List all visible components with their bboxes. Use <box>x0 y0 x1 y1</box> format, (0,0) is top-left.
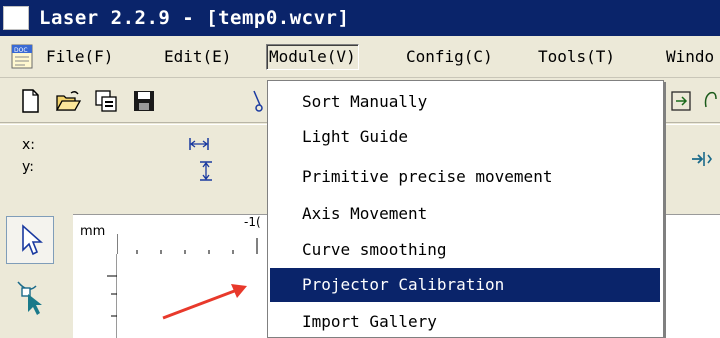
menu-config[interactable]: Config(C) <box>404 44 495 70</box>
select-arrow-icon <box>22 224 43 256</box>
vertical-ruler <box>73 254 117 338</box>
move-icon[interactable] <box>690 148 714 170</box>
new-file-icon[interactable] <box>16 87 44 115</box>
menu-item-projector-calibration[interactable]: Projector Calibration <box>270 268 660 302</box>
node-edit-icon <box>17 281 42 315</box>
document-icon[interactable]: DOC <box>10 44 36 70</box>
y-label: y: <box>22 159 34 175</box>
menu-item-axis-movement[interactable]: Axis Movement <box>270 197 660 231</box>
menu-window[interactable]: Windo <box>664 44 716 70</box>
window-title: Laser 2.2.9 - [temp0.wcvr] <box>39 7 350 29</box>
annotation-arrow <box>162 284 247 320</box>
x-label: x: <box>22 137 36 153</box>
menu-item-import-gallery[interactable]: Import Gallery <box>270 305 660 337</box>
app-icon <box>3 6 29 30</box>
menu-item-primitive-precise-movement[interactable]: Primitive precise movement <box>270 160 660 194</box>
copy-icon[interactable] <box>92 87 120 115</box>
module-dropdown-menu: Sort Manually Light Guide Primitive prec… <box>267 80 664 338</box>
menu-module[interactable]: Module(V) <box>266 44 359 70</box>
menu-tools[interactable]: Tools(T) <box>536 44 617 70</box>
ruler-ticks <box>117 234 258 254</box>
cut-icon[interactable] <box>250 87 266 115</box>
ruler-unit: mm <box>80 224 106 239</box>
menu-bar: DOC File(F) Edit(E) Module(V) Config(C) … <box>0 36 720 78</box>
menu-item-curve-smoothing[interactable]: Curve smoothing <box>270 233 660 267</box>
menu-edit[interactable]: Edit(E) <box>162 44 233 70</box>
menu-file[interactable]: File(F) <box>44 44 115 70</box>
ruler-tick-label: -1( <box>244 215 261 229</box>
width-icon <box>189 138 209 150</box>
x-input[interactable] <box>56 134 176 156</box>
mirror-icon[interactable] <box>668 87 696 115</box>
tool-panel <box>0 210 68 338</box>
y-input[interactable] <box>56 156 176 178</box>
hand-icon[interactable] <box>702 87 720 115</box>
node-edit-tool-button[interactable] <box>6 272 54 320</box>
select-tool-button[interactable] <box>6 216 54 264</box>
open-folder-icon[interactable] <box>54 87 82 115</box>
save-icon[interactable] <box>130 87 158 115</box>
menu-item-light-guide[interactable]: Light Guide <box>270 120 660 154</box>
height-icon <box>200 161 212 181</box>
menu-item-sort-manually[interactable]: Sort Manually <box>270 85 660 119</box>
svg-text:DOC: DOC <box>14 47 28 54</box>
title-bar: Laser 2.2.9 - [temp0.wcvr] <box>0 0 720 36</box>
